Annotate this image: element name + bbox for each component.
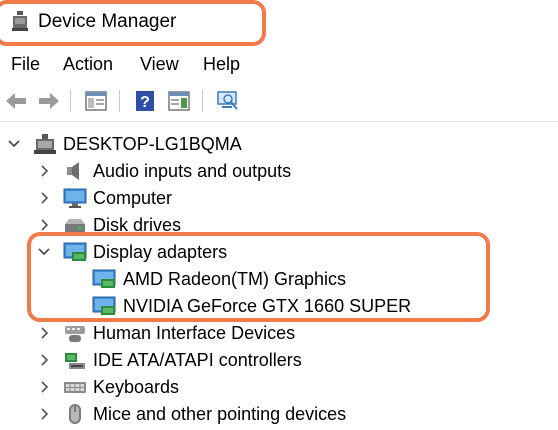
mouse-icon <box>63 403 87 425</box>
tree-item-label: Computer <box>93 188 173 208</box>
display-adapter-icon <box>92 295 116 317</box>
chevron-right-icon[interactable] <box>37 190 51 206</box>
toolbar-separator <box>119 90 120 112</box>
help-icon[interactable]: ? <box>132 88 158 114</box>
tree-item-label: Disk drives <box>93 215 182 235</box>
tree-item-label: AMD Radeon(TM) Graphics <box>123 269 347 289</box>
chevron-right-icon[interactable] <box>37 352 51 368</box>
chevron-right-icon[interactable] <box>37 325 51 341</box>
tree-item-label: Audio inputs and outputs <box>93 161 292 181</box>
menu-action[interactable]: Action <box>63 52 113 76</box>
tree-item-audio-inputs-and-outputs[interactable]: Audio inputs and outputs <box>0 158 558 185</box>
chevron-down-icon[interactable] <box>7 136 21 152</box>
tree-item-label: NVIDIA GeForce GTX 1660 SUPER <box>123 296 412 316</box>
keyboard-icon <box>63 376 87 398</box>
disk-drive-icon <box>63 214 87 236</box>
chevron-right-icon[interactable] <box>37 163 51 179</box>
scan-hardware-icon[interactable] <box>215 88 241 114</box>
tree-item-human-interface-devices[interactable]: Human Interface Devices <box>0 320 558 347</box>
tree-item-disk-drives[interactable]: Disk drives <box>0 212 558 239</box>
tree-root-label: DESKTOP-LG1BQMA <box>63 134 242 154</box>
device-manager-icon <box>11 10 29 32</box>
tree-item-nvidia-geforce[interactable]: NVIDIA GeForce GTX 1660 SUPER <box>0 293 558 320</box>
menu-bar: File Action View Help <box>0 50 558 78</box>
monitor-icon <box>63 187 87 209</box>
tree-item-amd-radeon-graphics[interactable]: AMD Radeon(TM) Graphics <box>0 266 558 293</box>
menu-help[interactable]: Help <box>203 52 240 76</box>
chevron-right-icon[interactable] <box>37 379 51 395</box>
tree-item-label: Mice and other pointing devices <box>93 404 347 424</box>
tree-item-mice-and-other-pointing-devices[interactable]: Mice and other pointing devices <box>0 401 558 428</box>
computer-icon <box>33 133 57 155</box>
toolbar-separator <box>70 90 71 112</box>
title-bar: Device Manager <box>0 0 558 44</box>
tree-item-ide-ata-atapi-controllers[interactable]: IDE ATA/ATAPI controllers <box>0 347 558 374</box>
toolbar: ? <box>0 84 558 118</box>
toolbar-divider <box>0 121 558 122</box>
action-pane-icon[interactable] <box>166 88 192 114</box>
tree-root[interactable]: DESKTOP-LG1BQMA <box>0 131 558 158</box>
hid-icon <box>63 322 87 344</box>
chevron-right-icon[interactable] <box>37 217 51 233</box>
window-title: Device Manager <box>38 11 177 32</box>
speaker-icon <box>63 160 87 182</box>
chevron-down-icon[interactable] <box>37 244 51 260</box>
tree-item-display-adapters[interactable]: Display adapters <box>0 239 558 266</box>
ide-controller-icon <box>63 349 87 371</box>
tree-item-label: IDE ATA/ATAPI controllers <box>93 350 302 370</box>
toolbar-separator <box>202 90 203 112</box>
display-adapter-icon <box>92 268 116 290</box>
show-hide-console-tree-icon[interactable] <box>83 88 109 114</box>
tree-item-label: Human Interface Devices <box>93 323 296 343</box>
display-adapter-icon <box>63 241 87 263</box>
chevron-right-icon[interactable] <box>37 406 51 422</box>
tree-item-keyboards[interactable]: Keyboards <box>0 374 558 401</box>
back-arrow-icon[interactable] <box>3 88 29 114</box>
tree-item-label: Display adapters <box>93 242 228 262</box>
tree-item-computer[interactable]: Computer <box>0 185 558 212</box>
menu-view[interactable]: View <box>140 52 179 76</box>
tree-item-label: Keyboards <box>93 377 180 397</box>
menu-file[interactable]: File <box>11 52 40 76</box>
forward-arrow-icon[interactable] <box>36 88 62 114</box>
svg-text:?: ? <box>140 94 150 111</box>
